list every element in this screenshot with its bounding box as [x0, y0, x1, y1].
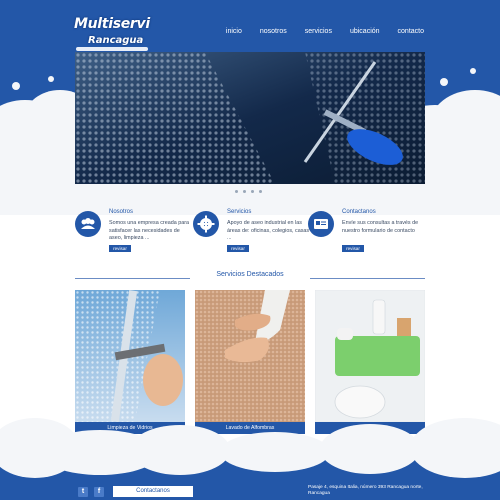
divider — [310, 278, 425, 279]
service-card-hogar[interactable]: Aseo Hogar — [315, 290, 425, 437]
toilet-cleaning-photo — [315, 290, 425, 422]
window-squeegee-photo — [75, 52, 425, 184]
nav-contacto[interactable]: contacto — [398, 28, 424, 35]
info-text: Somos una empresa creada para satisfacer… — [109, 220, 190, 242]
gear-icon — [193, 211, 219, 237]
people-icon — [75, 211, 101, 237]
info-title: Nosotros — [109, 209, 134, 215]
service-card-vidrios[interactable]: Limpieza de Vidrios — [75, 290, 185, 437]
revisar-button[interactable]: revisar — [342, 245, 364, 252]
slider-dot[interactable] — [243, 190, 246, 193]
slider-dots[interactable] — [235, 190, 262, 193]
window-cleaning-photo — [75, 290, 185, 422]
footer-contact-button[interactable]: Contactanos — [113, 486, 193, 497]
info-text: Envíe sus consultas a través de nuestro … — [342, 220, 419, 234]
nav-nosotros[interactable]: nosotros — [260, 28, 287, 35]
info-text: Apoyo de aseo industrial en las áreas de… — [227, 220, 310, 242]
revisar-button[interactable]: revisar — [109, 245, 131, 252]
footer-address: Pasaje 4, esquina Italia, número 393 Ran… — [308, 485, 423, 496]
slider-dot[interactable] — [251, 190, 254, 193]
section-heading: Servicios Destacados — [75, 271, 425, 281]
divider — [75, 278, 190, 279]
slider-dot[interactable] — [259, 190, 262, 193]
nav-servicios[interactable]: servicios — [305, 28, 332, 35]
service-card-alfombras[interactable]: Lavado de Alfombras — [195, 290, 305, 437]
section-title: Servicios Destacados — [216, 271, 284, 278]
brand-name: Multiservi — [74, 16, 150, 32]
nav-ubicacion[interactable]: ubicación — [350, 28, 380, 35]
hero-slider-image[interactable] — [75, 52, 425, 184]
carpet-photo — [195, 290, 305, 422]
brand-city: Rancagua — [88, 35, 144, 46]
contact-card-icon — [308, 211, 334, 237]
info-title: Servicios — [227, 209, 252, 215]
main-nav: inicio nosotros servicios ubicación cont… — [226, 28, 424, 35]
facebook-icon[interactable]: f — [94, 487, 104, 497]
nav-inicio[interactable]: inicio — [226, 28, 242, 35]
info-title: Contactanos — [342, 209, 376, 215]
logo-swoosh — [76, 47, 148, 51]
slider-dot[interactable] — [235, 190, 238, 193]
twitter-icon[interactable]: t — [78, 487, 88, 497]
revisar-button[interactable]: revisar — [227, 245, 249, 252]
